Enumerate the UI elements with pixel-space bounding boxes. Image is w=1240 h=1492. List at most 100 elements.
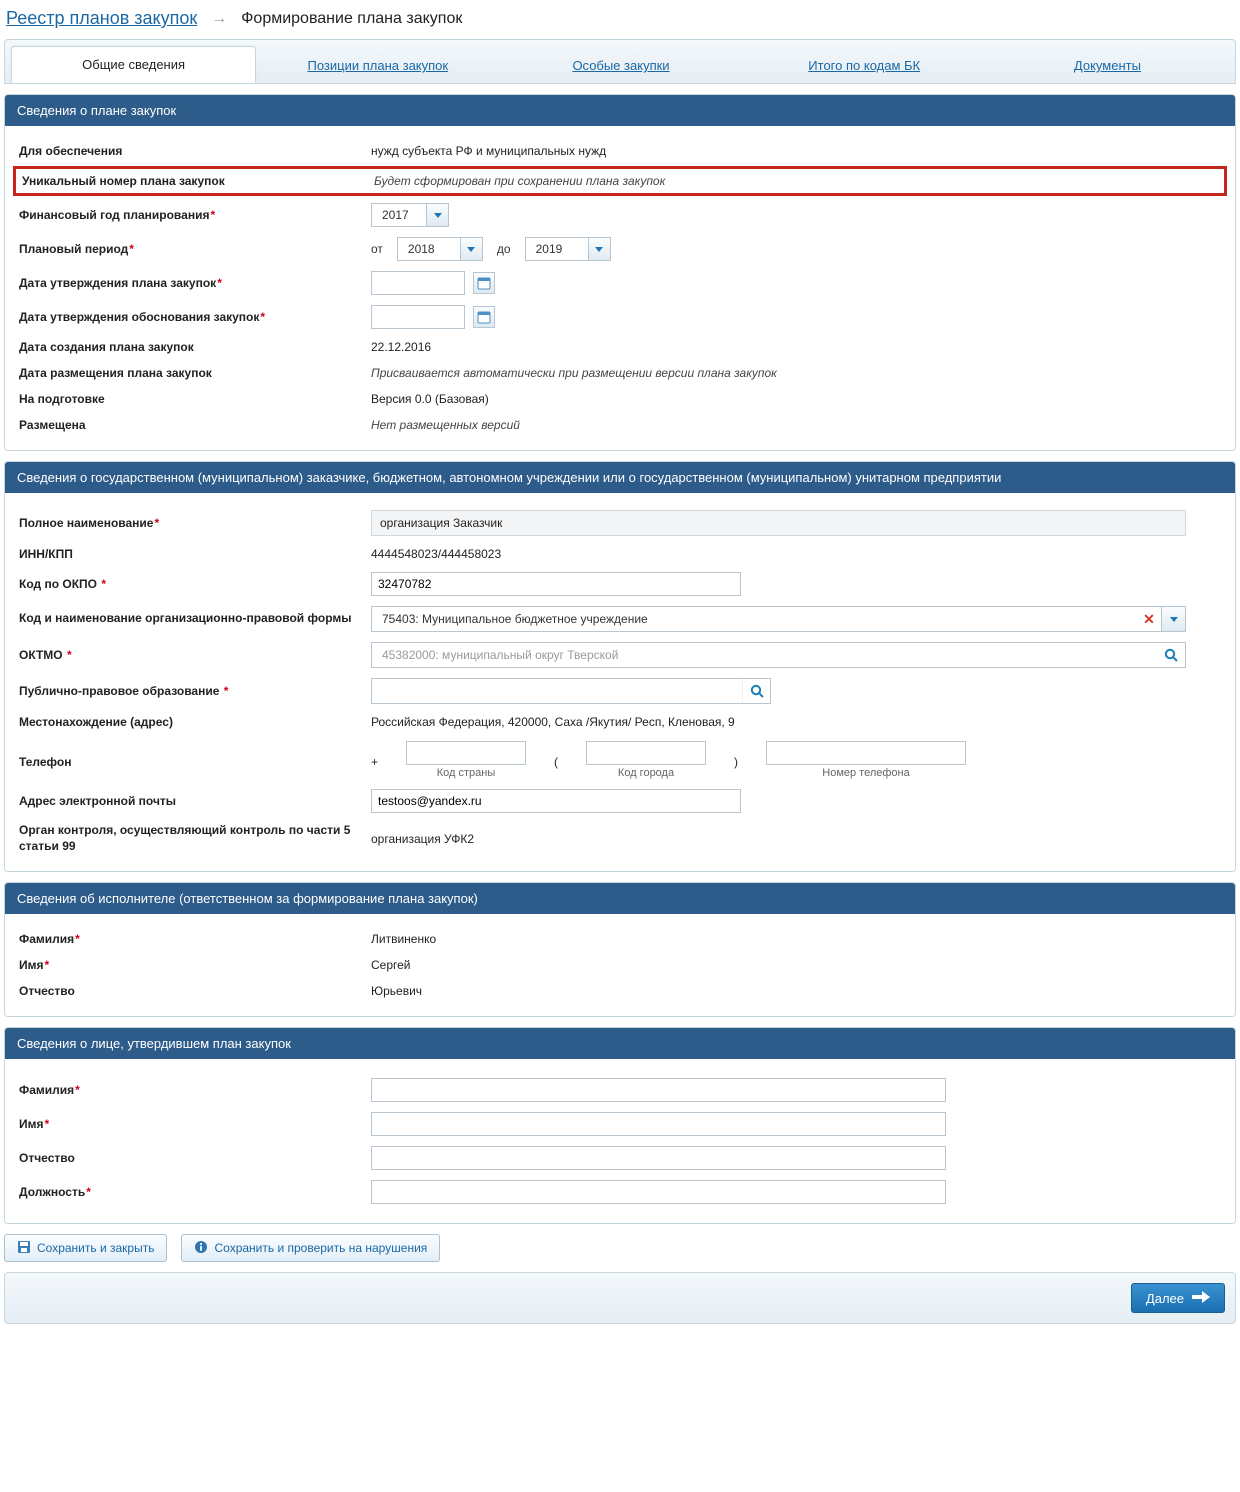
value-exec-name: Сергей [371,958,1221,972]
label-appr-name: Имя* [19,1117,371,1131]
value-exec-surname: Литвиненко [371,932,1221,946]
chevron-down-icon[interactable] [426,204,448,226]
breadcrumb-current: Формирование плана закупок [241,10,462,28]
fin-year-select[interactable]: 2017 [371,203,449,227]
save-icon [17,1240,31,1257]
value-in-prep: Версия 0.0 (Базовая) [371,392,1221,406]
panel-executor: Сведения об исполнителе (ответственном з… [4,882,1236,1017]
tab-totals-bk[interactable]: Итого по кодам БК [743,48,986,83]
tab-special[interactable]: Особые закупки [499,48,742,83]
arrow-right-icon [1192,1291,1210,1306]
value-control-org: организация УФК2 [371,832,1221,846]
justification-date-input[interactable] [371,305,465,329]
chevron-down-icon[interactable] [460,238,482,260]
search-icon[interactable] [742,679,770,703]
phone-number-caption: Номер телефона [822,767,909,779]
opf-combobox[interactable]: 75403: Муниципальное бюджетное учреждени… [371,606,1186,632]
clear-icon[interactable]: ✕ [1137,607,1161,631]
panel-executor-header: Сведения об исполнителе (ответственном з… [5,883,1235,914]
appr-position-input[interactable] [371,1180,946,1204]
label-appr-surname: Фамилия* [19,1083,371,1097]
label-control-org: Орган контроля, осуществляющий контроль … [19,823,371,854]
value-address: Российская Федерация, 420000, Саха /Якут… [371,715,1221,729]
tab-positions[interactable]: Позиции плана закупок [256,48,499,83]
tab-documents[interactable]: Документы [986,48,1229,83]
oktmo-placeholder: 45382000: муниципальный округ Тверской [372,643,1157,667]
phone-country-input[interactable] [406,741,526,765]
save-check-label: Сохранить и проверить на нарушения [214,1241,427,1255]
label-fin-year: Финансовый год планирования* [19,208,371,222]
label-address: Местонахождение (адрес) [19,715,371,729]
label-in-prep: На подготовке [19,392,371,406]
search-icon[interactable] [1157,643,1185,667]
full-name-field: организация Заказчик [371,510,1186,536]
approval-date-input[interactable] [371,271,465,295]
value-inn-kpp: 4444548023/444458023 [371,547,1221,561]
value-for-needs: нужд субъекта РФ и муниципальных нужд [371,144,1221,158]
next-button[interactable]: Далее [1131,1283,1225,1313]
phone-lpar: ( [554,751,558,769]
label-appr-patronymic: Отчество [19,1151,371,1165]
panel-customer: Сведения о государственном (муниципально… [4,461,1236,872]
save-close-button[interactable]: Сохранить и закрыть [4,1234,167,1262]
label-placed-date: Дата размещения плана закупок [19,366,371,380]
phone-city-input[interactable] [586,741,706,765]
breadcrumb: Реестр планов закупок → Формирование пла… [4,4,1236,39]
label-plan-period: Плановый период* [19,242,371,256]
tab-general[interactable]: Общие сведения [11,46,256,83]
ppo-value [372,679,742,703]
label-phone: Телефон [19,741,371,769]
label-inn-kpp: ИНН/КПП [19,547,371,561]
chevron-right-icon: → [211,10,227,28]
fin-year-value: 2017 [372,204,426,226]
email-input[interactable] [371,789,741,813]
appr-name-input[interactable] [371,1112,946,1136]
label-email: Адрес электронной почты [19,794,371,808]
panel-approver-header: Сведения о лице, утвердившем план закупо… [5,1028,1235,1059]
opf-value: 75403: Муниципальное бюджетное учреждени… [372,607,1137,631]
label-justification-date: Дата утверждения обоснования закупок* [19,310,371,324]
label-ppo: Публично-правовое образование * [19,684,371,698]
period-from-select[interactable]: 2018 [397,237,483,261]
value-placed: Нет размещенных версий [371,418,1221,432]
oktmo-lookup[interactable]: 45382000: муниципальный округ Тверской [371,642,1186,668]
label-created-date: Дата создания плана закупок [19,340,371,354]
panel-approver: Сведения о лице, утвердившем план закупо… [4,1027,1236,1224]
footer-bar: Далее [4,1272,1236,1324]
chevron-down-icon[interactable] [1161,607,1185,631]
okpo-input[interactable] [371,572,741,596]
period-to-value: 2019 [526,238,588,260]
label-exec-patronymic: Отчество [19,984,371,998]
period-to-select[interactable]: 2019 [525,237,611,261]
chevron-down-icon[interactable] [588,238,610,260]
calendar-icon[interactable] [473,272,495,294]
next-label: Далее [1146,1291,1184,1306]
breadcrumb-root-link[interactable]: Реестр планов закупок [6,8,197,29]
value-placed-date: Присваивается автоматически при размещен… [371,366,1221,380]
label-oktmo: ОКТМО * [19,648,371,662]
phone-number-input[interactable] [766,741,966,765]
label-exec-name: Имя* [19,958,371,972]
panel-plan-header: Сведения о плане закупок [5,95,1235,126]
panel-customer-header: Сведения о государственном (муниципально… [5,462,1235,493]
label-placed: Размещена [19,418,371,432]
save-close-label: Сохранить и закрыть [37,1241,154,1255]
period-from-label: от [371,242,383,256]
appr-surname-input[interactable] [371,1078,946,1102]
period-from-value: 2018 [398,238,460,260]
calendar-icon[interactable] [473,306,495,328]
label-full-name: Полное наименование* [19,516,371,530]
ppo-lookup[interactable] [371,678,771,704]
label-approval-date: Дата утверждения плана закупок* [19,276,371,290]
phone-city-caption: Код города [618,767,674,779]
row-unique-number-highlight: Уникальный номер плана закупок Будет сфо… [13,166,1227,196]
save-check-button[interactable]: Сохранить и проверить на нарушения [181,1234,440,1262]
label-okpo: Код по ОКПО * [19,577,371,591]
phone-plus: + [371,751,378,769]
panel-plan-info: Сведения о плане закупок Для обеспечения… [4,94,1236,451]
period-to-label: до [497,242,511,256]
appr-patronymic-input[interactable] [371,1146,946,1170]
phone-rpar: ) [734,751,738,769]
label-opf: Код и наименование организационно-правов… [19,611,371,627]
label-unique-number: Уникальный номер плана закупок [22,174,374,188]
